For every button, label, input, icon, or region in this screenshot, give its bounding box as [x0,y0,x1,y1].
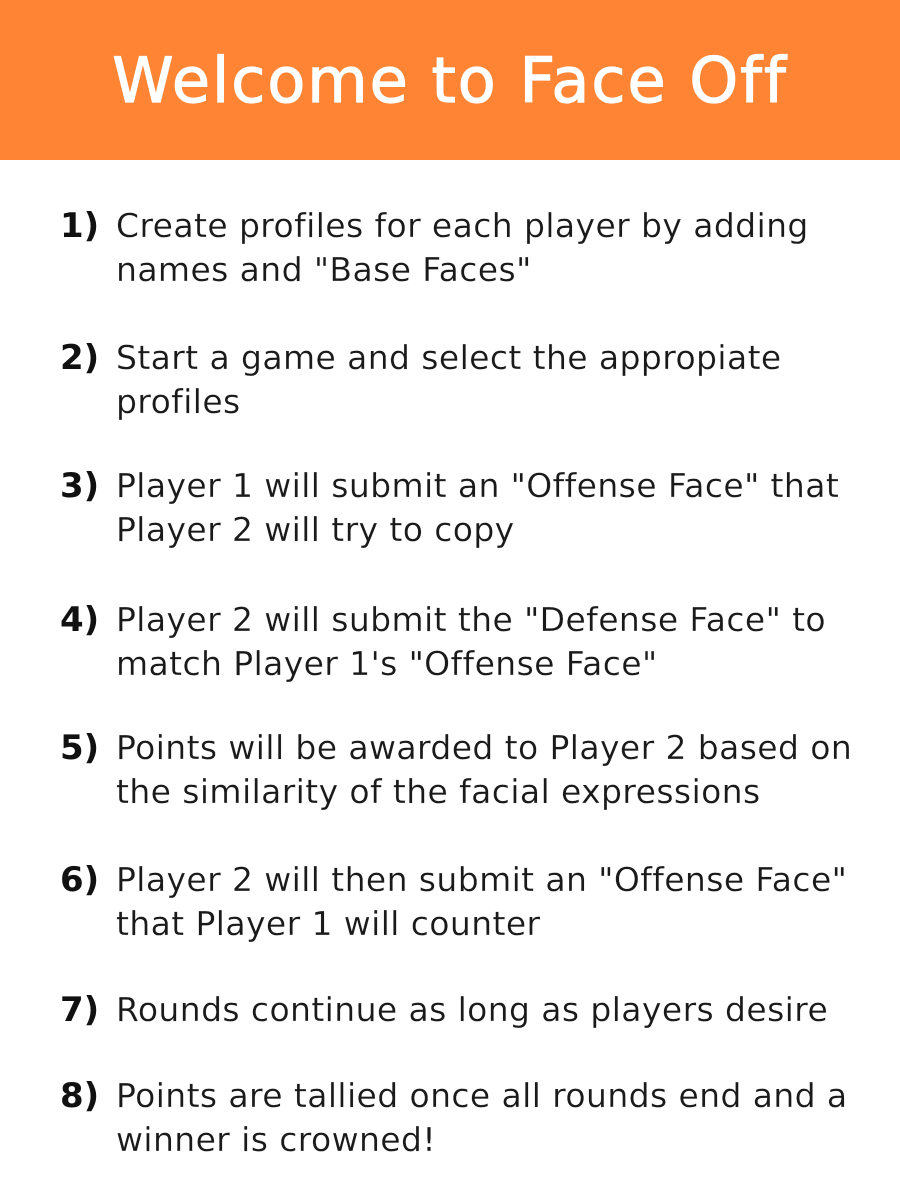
step-number: 7) [60,990,100,1030]
step-number: 8) [60,1076,100,1116]
step-text: Player 1 will submit an "Offense Face" t… [116,466,840,549]
step-text: Player 2 will then submit an "Offense Fa… [116,860,848,943]
instruction-step-4: 4) Player 2 will submit the "Defense Fac… [60,598,860,686]
step-number: 4) [60,600,100,640]
step-text: Points will be awarded to Player 2 based… [116,728,853,811]
instruction-step-2: 2) Start a game and select the appropiat… [60,336,860,424]
step-number: 6) [60,860,100,900]
instruction-step-5: 5) Points will be awarded to Player 2 ba… [60,726,860,814]
instruction-step-1: 1) Create profiles for each player by ad… [60,204,860,292]
step-text: Points are tallied once all rounds end a… [116,1076,848,1159]
instructions-list: 1) Create profiles for each player by ad… [0,0,900,1200]
instruction-step-6: 6) Player 2 will then submit an "Offense… [60,858,860,946]
step-text: Player 2 will submit the "Defense Face" … [116,600,827,683]
step-number: 2) [60,338,100,378]
step-number: 5) [60,728,100,768]
step-number: 3) [60,466,100,506]
instruction-step-3: 3) Player 1 will submit an "Offense Face… [60,464,860,552]
instruction-step-7: 7) Rounds continue as long as players de… [60,988,860,1032]
step-number: 1) [60,206,100,246]
step-text: Start a game and select the appropiate p… [116,338,782,421]
step-text: Rounds continue as long as players desir… [116,990,829,1029]
step-text: Create profiles for each player by addin… [116,206,809,289]
instruction-step-8: 8) Points are tallied once all rounds en… [60,1074,860,1162]
